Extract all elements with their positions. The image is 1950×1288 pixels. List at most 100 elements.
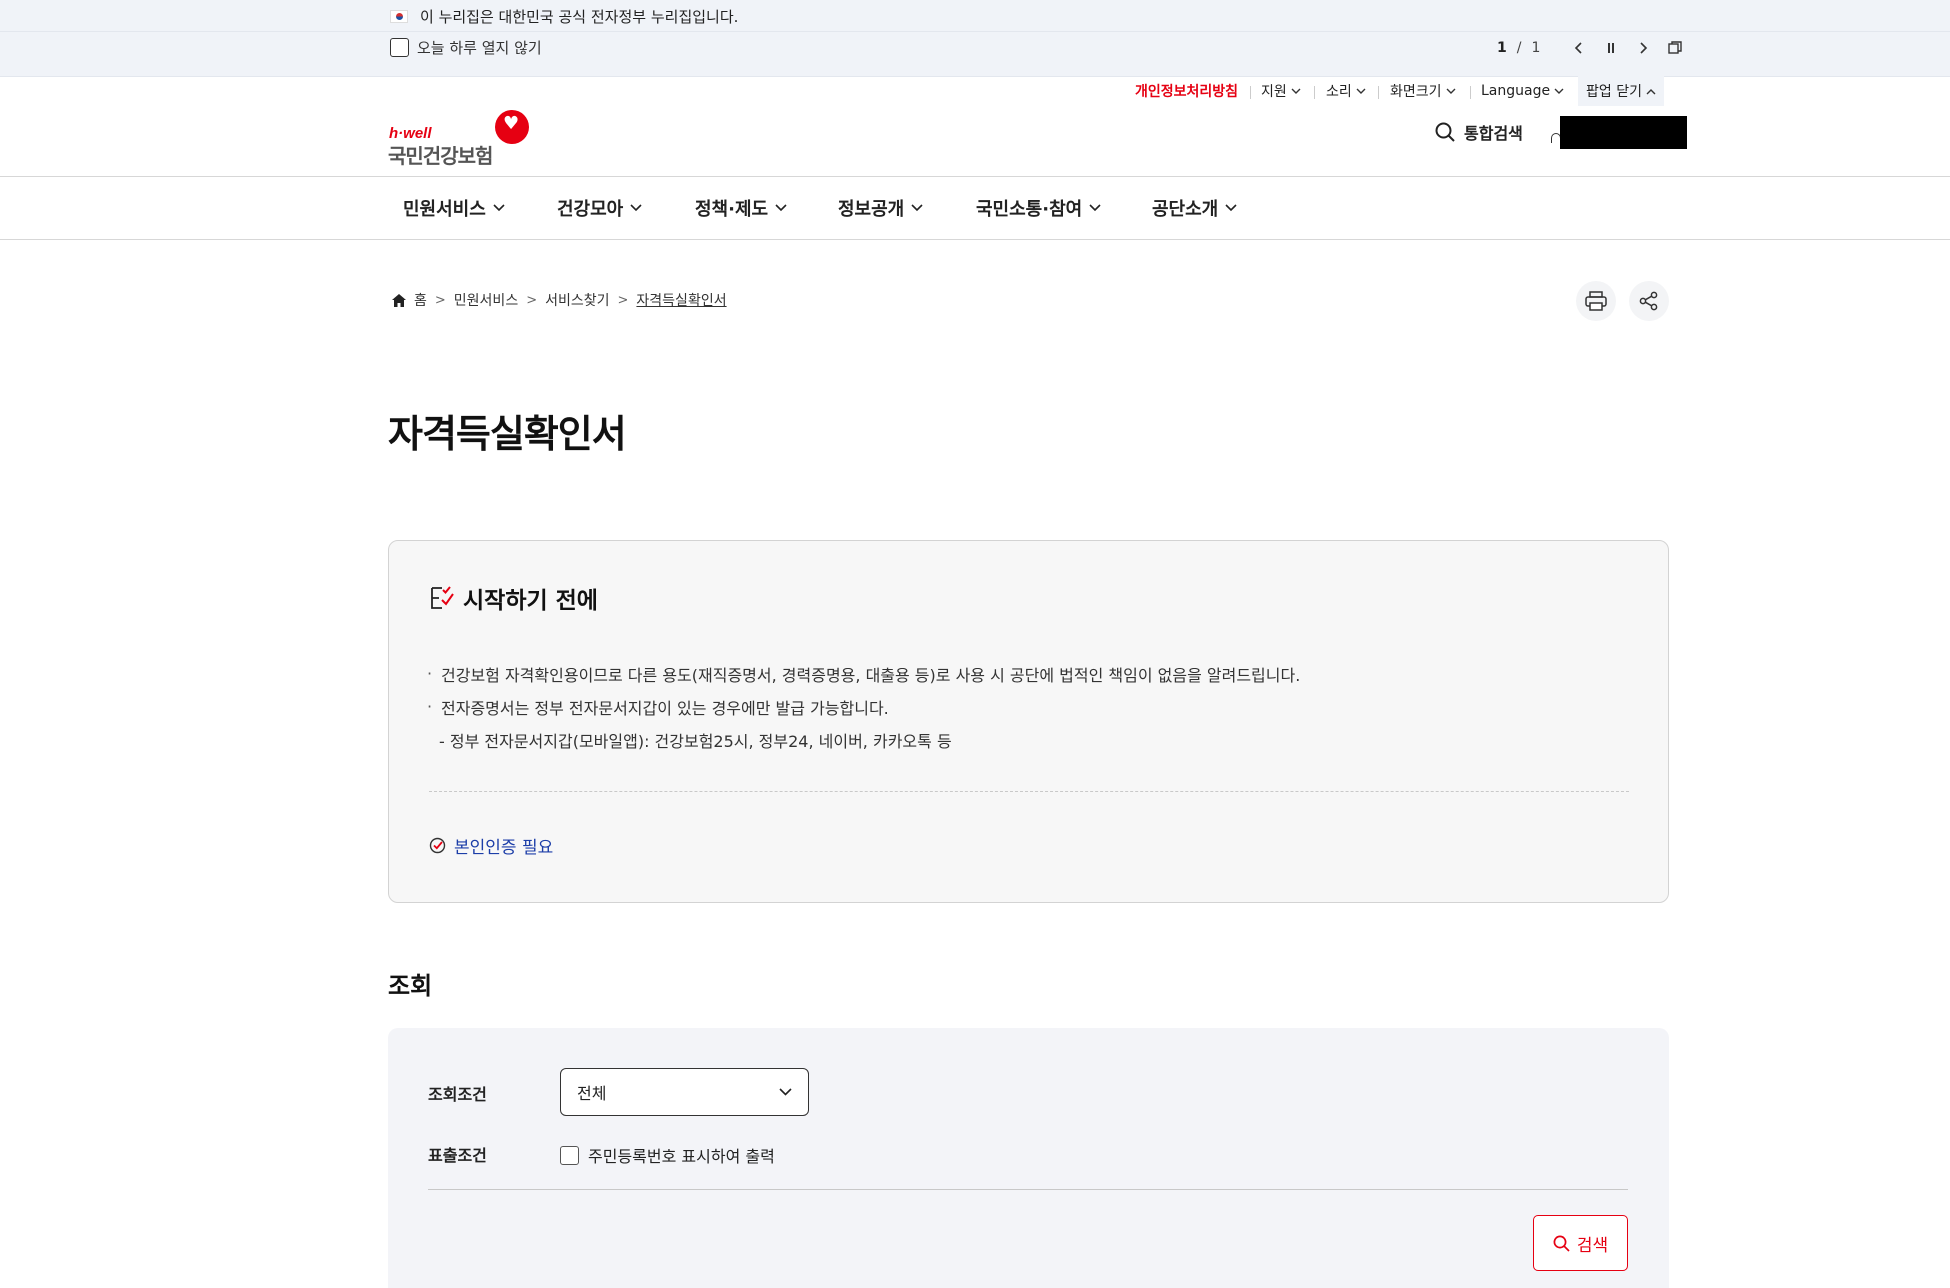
show-rrn-checkbox[interactable]: 주민등록번호 표시하여 출력 <box>560 1143 775 1167</box>
before-start-list: · 건강보험 자격확인용이므로 다른 용도(재직증명서, 경력증명용, 대출용 … <box>427 657 1300 756</box>
share-icon <box>1639 291 1658 311</box>
prev-icon[interactable] <box>1568 37 1590 59</box>
chevron-right-icon: > <box>434 292 446 308</box>
gnb-item-label: 정책·제도 <box>695 199 769 220</box>
form-divider <box>428 1189 1628 1190</box>
gov-banner-text: 이 누리집은 대한민국 공식 전자정부 누리집입니다. <box>420 7 739 26</box>
chevron-down-icon <box>630 204 642 212</box>
chevron-down-icon <box>1291 88 1301 94</box>
output-label: 표출조건 <box>428 1146 487 1165</box>
chevron-down-icon <box>493 204 505 212</box>
list-sub-item-text: - 정부 전자문서지갑(모바일앱): 건강보험25시, 정부24, 네이버, 카… <box>439 731 952 751</box>
list-item-text: 건강보험 자격확인용이므로 다른 용도(재직증명서, 경력증명용, 대출용 등)… <box>441 665 1301 685</box>
print-icon <box>1585 291 1607 311</box>
divider <box>1314 86 1315 99</box>
popup-page-separator: / <box>1516 40 1522 56</box>
screen-size-label: 화면크기 <box>1390 84 1442 100</box>
search-icon <box>1435 122 1455 142</box>
before-start-box: 시작하기 전에 · 건강보험 자격확인용이므로 다른 용도(재직증명서, 경력증… <box>388 540 1669 903</box>
chevron-down-icon <box>1356 88 1366 94</box>
integrated-search-button[interactable]: 통합검색 <box>1434 120 1523 144</box>
site-logo[interactable]: h·well 국민건강보험 <box>388 110 533 168</box>
list-item: · 전자증명서는 정부 전자문서지갑이 있는 경우에만 발급 가능합니다. <box>427 690 1300 723</box>
inquiry-section-title: 조회 <box>388 972 433 1000</box>
checkbox-box[interactable] <box>560 1145 579 1165</box>
auth-required-note: 본인인증 필요 <box>429 833 553 858</box>
inquiry-form: 조회조건 전체 표출조건 주민등록번호 표시하여 출력 검색 <box>388 1028 1669 1288</box>
sound-menu[interactable]: 소리 <box>1326 78 1366 104</box>
print-button[interactable] <box>1576 281 1616 321</box>
popup-current-page: 1 <box>1497 40 1507 56</box>
gnb-item-label: 공단소개 <box>1152 199 1219 220</box>
check-circle-icon <box>429 837 446 854</box>
logo-name: 국민건강보험 <box>388 144 493 168</box>
chevron-down-icon <box>911 204 923 212</box>
divider <box>1470 86 1471 99</box>
heart-logo-icon <box>495 110 529 144</box>
redacted-area <box>1560 116 1687 149</box>
close-popup-label: 팝업 닫기 <box>1586 84 1642 100</box>
chevron-down-icon <box>1089 204 1101 212</box>
sound-label: 소리 <box>1326 84 1352 100</box>
gnb-item-policy[interactable]: 정책·제도 <box>695 177 787 239</box>
dont-show-today-checkbox[interactable]: 오늘 하루 열지 않기 <box>390 37 542 58</box>
before-start-title: 시작하기 전에 <box>429 581 598 615</box>
close-popup-button[interactable]: 팝업 닫기 <box>1578 76 1664 106</box>
gnb-item-label: 국민소통·참여 <box>976 199 1083 220</box>
home-icon[interactable] <box>392 293 406 307</box>
breadcrumb-item[interactable]: 민원서비스 <box>454 290 518 310</box>
divider <box>1250 86 1251 99</box>
chevron-down-icon <box>1225 204 1237 212</box>
condition-select-value: 전체 <box>577 1084 607 1103</box>
divider <box>1378 86 1379 99</box>
gnb-item-label: 정보공개 <box>838 199 905 220</box>
language-menu[interactable]: Language <box>1481 78 1564 104</box>
gnb-item-civil-service[interactable]: 민원서비스 <box>403 177 505 239</box>
chevron-right-icon: > <box>526 292 538 308</box>
page-title: 자격득실확인서 <box>388 412 627 456</box>
next-icon[interactable] <box>1632 37 1654 59</box>
gnb-item-participation[interactable]: 국민소통·참여 <box>976 177 1101 239</box>
bullet: · <box>427 664 433 683</box>
chevron-down-icon <box>779 1088 792 1096</box>
before-start-title-text: 시작하기 전에 <box>463 588 598 614</box>
breadcrumb-current[interactable]: 자격득실확인서 <box>636 290 726 310</box>
dont-show-today-label: 오늘 하루 열지 않기 <box>417 39 542 57</box>
screen-size-menu[interactable]: 화면크기 <box>1390 78 1456 104</box>
popup-list-icon[interactable] <box>1664 37 1686 59</box>
show-rrn-label: 주민등록번호 표시하여 출력 <box>588 1147 775 1166</box>
auth-required-text: 본인인증 필요 <box>454 838 554 858</box>
dashed-divider <box>429 791 1629 792</box>
list-item: · 건강보험 자격확인용이므로 다른 용도(재직증명서, 경력증명용, 대출용 … <box>427 657 1300 690</box>
condition-select[interactable]: 전체 <box>560 1068 809 1116</box>
list-sub-item: - 정부 전자문서지갑(모바일앱): 건강보험25시, 정부24, 네이버, 카… <box>427 723 1300 756</box>
main-nav: 민원서비스 건강모아 정책·제도 정보공개 국민소통·참여 공단소개 <box>0 176 1950 240</box>
gnb-item-label: 민원서비스 <box>403 199 486 220</box>
checklist-icon <box>431 586 454 609</box>
breadcrumb-item[interactable]: 서비스찾기 <box>545 290 609 310</box>
share-button[interactable] <box>1629 281 1669 321</box>
popup-total-pages: 1 <box>1531 40 1541 56</box>
language-label: Language <box>1481 83 1551 99</box>
breadcrumb: 홈 > 민원서비스 > 서비스찾기 > 자격득실확인서 <box>392 290 727 310</box>
search-button[interactable]: 검색 <box>1533 1215 1628 1271</box>
gnb-item-about[interactable]: 공단소개 <box>1152 177 1237 239</box>
gnb-item-disclosure[interactable]: 정보공개 <box>838 177 923 239</box>
popup-bar: 오늘 하루 열지 않기 1 / 1 <box>0 32 1950 77</box>
support-label: 지원 <box>1261 84 1287 100</box>
gov-banner: 이 누리집은 대한민국 공식 전자정부 누리집입니다. <box>0 0 1950 32</box>
breadcrumb-home[interactable]: 홈 <box>414 290 427 310</box>
gnb-item-label: 건강모아 <box>557 199 624 220</box>
privacy-policy-link[interactable]: 개인정보처리방침 <box>1135 78 1238 104</box>
chevron-down-icon <box>1554 88 1564 94</box>
bullet: · <box>427 697 433 716</box>
gnb-item-health-moa[interactable]: 건강모아 <box>557 177 642 239</box>
support-menu[interactable]: 지원 <box>1261 78 1301 104</box>
chevron-right-icon: > <box>617 292 629 308</box>
pause-icon[interactable] <box>1600 37 1622 59</box>
utility-nav: 개인정보처리방침 지원 소리 화면크기 Language 팝업 닫기 <box>0 76 1950 108</box>
search-icon <box>1553 1235 1570 1252</box>
chevron-down-icon <box>1446 88 1456 94</box>
chevron-up-icon <box>1646 88 1656 94</box>
checkbox-box[interactable] <box>390 38 409 57</box>
